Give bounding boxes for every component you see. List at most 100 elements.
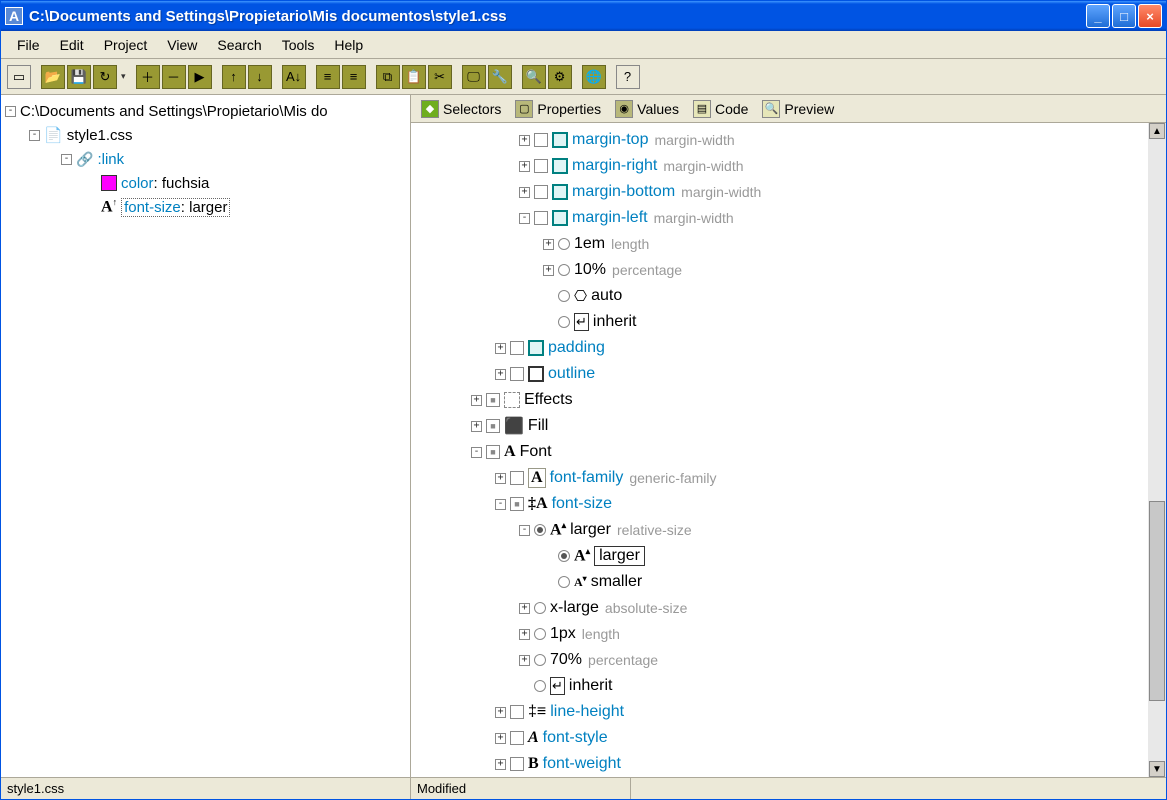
checkbox[interactable]: [510, 367, 524, 381]
checkbox[interactable]: [510, 471, 524, 485]
property-tree-row[interactable]: +margin-rightmargin-width: [431, 153, 1162, 179]
property-tree-row[interactable]: ↵inherit: [431, 309, 1162, 335]
toolbar-indent-icon[interactable]: ≡: [316, 65, 340, 89]
checkbox[interactable]: [510, 705, 524, 719]
radio[interactable]: [534, 602, 546, 614]
menu-help[interactable]: Help: [324, 33, 373, 57]
property-tree-row[interactable]: +‡≡line-height: [431, 699, 1162, 725]
property-tree-row[interactable]: ⎔auto: [431, 283, 1162, 309]
toolbar-cut-icon[interactable]: ✂: [428, 65, 452, 89]
collapse-icon[interactable]: -: [519, 525, 530, 536]
toolbar-find-icon[interactable]: 🔍: [522, 65, 546, 89]
tree-root-row[interactable]: - C:\Documents and Settings\Propietario\…: [5, 99, 406, 123]
collapse-icon[interactable]: -: [471, 447, 482, 458]
radio[interactable]: [558, 264, 570, 276]
property-tree-row[interactable]: +⬛Fill: [431, 413, 1162, 439]
expand-icon[interactable]: +: [519, 161, 530, 172]
tree-prop-fontsize-row[interactable]: A↑ font-size: larger: [5, 195, 406, 219]
toolbar-new-icon[interactable]: ▭: [7, 65, 31, 89]
tree-prop-color-row[interactable]: color: fuchsia: [5, 171, 406, 195]
expand-icon[interactable]: +: [495, 343, 506, 354]
scroll-up-icon[interactable]: ▲: [1149, 123, 1165, 139]
scroll-down-icon[interactable]: ▼: [1149, 761, 1165, 777]
radio[interactable]: [534, 680, 546, 692]
radio[interactable]: [534, 654, 546, 666]
property-tree-row[interactable]: ↵inherit: [431, 673, 1162, 699]
property-tree-row[interactable]: +Afont-familygeneric-family: [431, 465, 1162, 491]
tree-selector-row[interactable]: - 🔗 :link: [5, 147, 406, 171]
property-tree-row[interactable]: +Afont-style: [431, 725, 1162, 751]
collapse-icon[interactable]: -: [29, 130, 40, 141]
scroll-thumb[interactable]: [1149, 501, 1165, 701]
toolbar-remove-icon[interactable]: －: [162, 65, 186, 89]
property-tree-row[interactable]: +padding: [431, 335, 1162, 361]
toolbar-display-icon[interactable]: 🖵: [462, 65, 486, 89]
toolbar-dropdown-icon[interactable]: ▾: [121, 71, 126, 82]
checkbox[interactable]: [534, 159, 548, 173]
expand-icon[interactable]: +: [471, 421, 482, 432]
collapse-icon[interactable]: -: [61, 154, 72, 165]
tab-code[interactable]: ▤Code: [687, 98, 754, 120]
radio[interactable]: [558, 290, 570, 302]
expand-icon[interactable]: +: [495, 733, 506, 744]
property-tree-row[interactable]: +10%percentage: [431, 257, 1162, 283]
toolbar-add-icon[interactable]: ＋: [136, 65, 160, 89]
checkbox[interactable]: [486, 445, 500, 459]
tab-properties[interactable]: ▢Properties: [509, 98, 607, 120]
menu-tools[interactable]: Tools: [272, 33, 325, 57]
maximize-button[interactable]: □: [1112, 4, 1136, 28]
tree-file-row[interactable]: - 📄 style1.css: [5, 123, 406, 147]
toolbar-world-icon[interactable]: 🌐: [582, 65, 606, 89]
tab-selectors[interactable]: ◆Selectors: [415, 98, 507, 120]
property-tree-row[interactable]: +margin-bottommargin-width: [431, 179, 1162, 205]
checkbox[interactable]: [486, 419, 500, 433]
expand-icon[interactable]: +: [495, 473, 506, 484]
property-tree-row[interactable]: +outline: [431, 361, 1162, 387]
expand-icon[interactable]: +: [519, 655, 530, 666]
toolbar-tools-icon[interactable]: ⚙: [548, 65, 572, 89]
toolbar-up-icon[interactable]: ↑: [222, 65, 246, 89]
property-tree-row[interactable]: -‡Afont-size: [431, 491, 1162, 517]
collapse-icon[interactable]: -: [519, 213, 530, 224]
expand-icon[interactable]: +: [543, 239, 554, 250]
property-tree-row[interactable]: A▴larger: [431, 543, 1162, 569]
property-tree-row[interactable]: +1pxlength: [431, 621, 1162, 647]
expand-icon[interactable]: +: [543, 265, 554, 276]
toolbar-down-icon[interactable]: ↓: [248, 65, 272, 89]
checkbox[interactable]: [534, 185, 548, 199]
expand-icon[interactable]: +: [495, 369, 506, 380]
collapse-icon[interactable]: -: [495, 499, 506, 510]
collapse-icon[interactable]: -: [5, 106, 16, 117]
checkbox[interactable]: [510, 341, 524, 355]
tab-preview[interactable]: 🔍Preview: [756, 98, 840, 120]
radio[interactable]: [558, 316, 570, 328]
checkbox[interactable]: [534, 133, 548, 147]
vertical-scrollbar[interactable]: ▲ ▼: [1148, 123, 1166, 777]
menu-file[interactable]: File: [7, 33, 50, 57]
property-tree-row[interactable]: +x-largeabsolute-size: [431, 595, 1162, 621]
expand-icon[interactable]: +: [519, 187, 530, 198]
radio[interactable]: [534, 628, 546, 640]
radio[interactable]: [534, 524, 546, 536]
property-tree-row[interactable]: -margin-leftmargin-width: [431, 205, 1162, 231]
toolbar-open-icon[interactable]: 📂: [41, 65, 65, 89]
property-tree-row[interactable]: -A▴largerrelative-size: [431, 517, 1162, 543]
checkbox[interactable]: [486, 393, 500, 407]
close-button[interactable]: ×: [1138, 4, 1162, 28]
property-tree-row[interactable]: +Bfont-weight: [431, 751, 1162, 777]
minimize-button[interactable]: _: [1086, 4, 1110, 28]
toolbar-refresh-icon[interactable]: ↻: [93, 65, 117, 89]
expand-icon[interactable]: +: [495, 759, 506, 770]
menu-view[interactable]: View: [157, 33, 207, 57]
property-tree-row[interactable]: +70%percentage: [431, 647, 1162, 673]
property-tree-row[interactable]: +Effects: [431, 387, 1162, 413]
menu-search[interactable]: Search: [207, 33, 271, 57]
toolbar-outdent-icon[interactable]: ≡: [342, 65, 366, 89]
property-tree-row[interactable]: +1emlength: [431, 231, 1162, 257]
expand-icon[interactable]: +: [471, 395, 482, 406]
toolbar-help-icon[interactable]: ?: [616, 65, 640, 89]
radio[interactable]: [558, 238, 570, 250]
toolbar-sort-icon[interactable]: A↓: [282, 65, 306, 89]
toolbar-copy-icon[interactable]: ⧉: [376, 65, 400, 89]
menu-project[interactable]: Project: [94, 33, 158, 57]
